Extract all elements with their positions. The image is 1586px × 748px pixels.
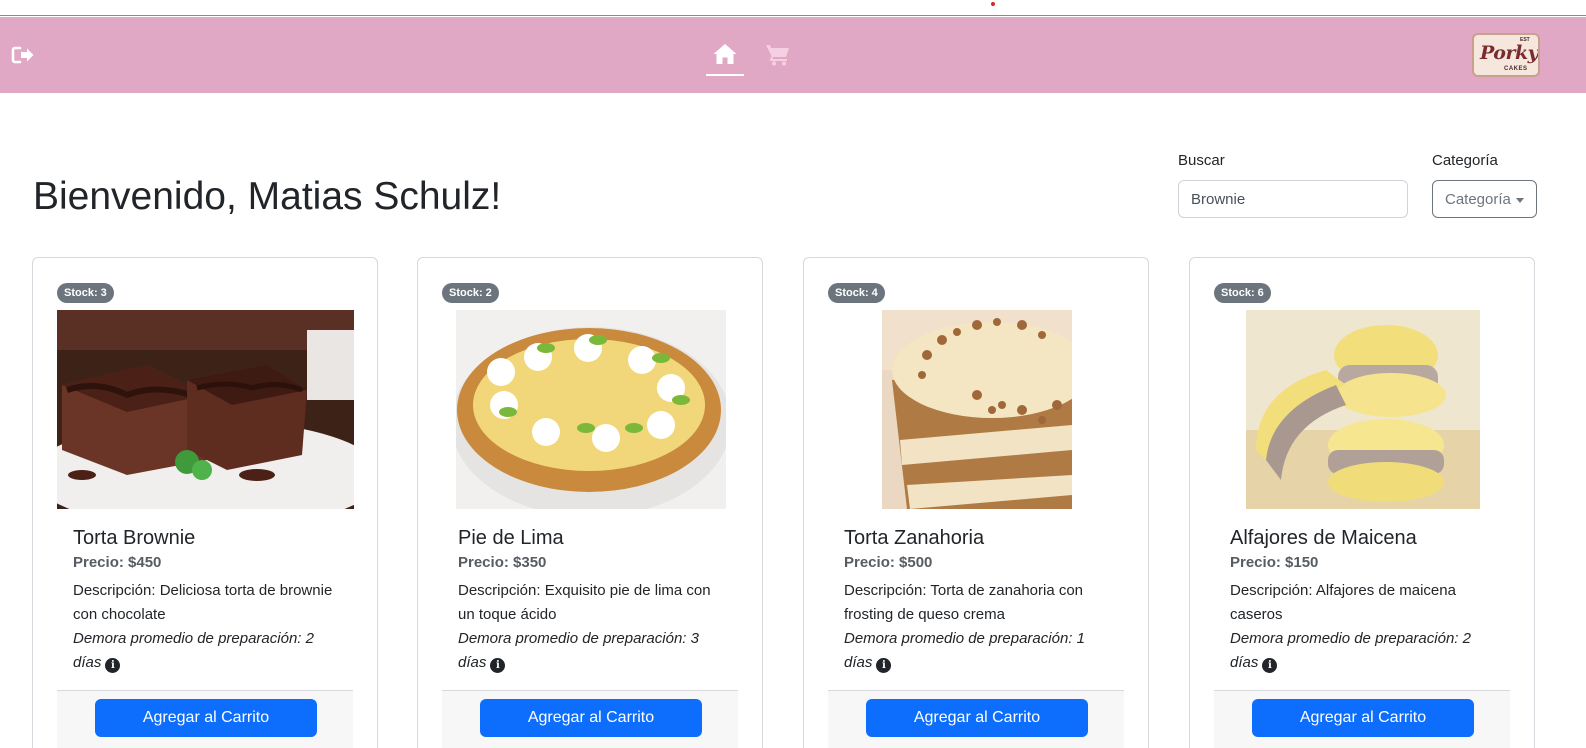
product-title: Pie de Lima — [458, 527, 564, 549]
product-title: Alfajores de Maicena — [1230, 527, 1417, 549]
card-footer: Agregar al Carrito — [1214, 690, 1510, 748]
product-description: Descripción: Torta de zanahoria con fros… — [844, 582, 1084, 623]
product-title: Torta Brownie — [73, 527, 196, 549]
category-dropdown-label: Categoría — [1445, 190, 1511, 208]
product-title: Torta Zanahoria — [844, 527, 985, 549]
product-card: Stock: 3 Torta Brownie Precio: $450 Desc… — [32, 257, 378, 748]
product-price: Precio: $350 — [458, 554, 547, 571]
product-description: Descripción: Exquisito pie de lima con u… — [458, 582, 711, 623]
add-to-cart-button[interactable]: Agregar al Carrito — [480, 699, 702, 737]
brand-logo[interactable]: EST Porky CAKES — [1472, 33, 1540, 77]
home-icon — [713, 44, 737, 64]
category-label: Categoría — [1432, 152, 1498, 169]
chevron-down-icon — [1516, 198, 1524, 203]
logo-main-text: Porky — [1480, 42, 1539, 64]
add-to-cart-button[interactable]: Agregar al Carrito — [866, 699, 1088, 737]
nav-home-link[interactable] — [706, 41, 744, 76]
info-icon[interactable]: i — [876, 658, 892, 673]
info-icon[interactable]: i — [1262, 658, 1278, 673]
add-to-cart-button[interactable]: Agregar al Carrito — [1252, 699, 1474, 737]
product-image — [456, 310, 726, 509]
product-delay: Demora promedio de preparación: 1 días i — [844, 627, 1114, 675]
product-delay: Demora promedio de preparación: 3 días i — [458, 627, 728, 675]
product-description: Descripción: Deliciosa torta de brownie … — [73, 582, 333, 623]
logout-button[interactable] — [11, 45, 35, 65]
indicator-dot — [991, 2, 995, 6]
logo-sub-text: CAKES — [1504, 66, 1528, 72]
info-icon[interactable]: i — [105, 658, 121, 673]
nav-cart-link[interactable] — [765, 43, 791, 67]
welcome-heading: Bienvenido, Matias Schulz! — [33, 175, 502, 218]
product-card: Stock: 2 Pie de Lima Precio: $350 Descri… — [417, 257, 763, 748]
card-footer: Agregar al Carrito — [442, 690, 738, 748]
product-price: Precio: $150 — [1230, 554, 1319, 571]
product-delay: Demora promedio de preparación: 2 días i — [1230, 627, 1500, 675]
stock-badge: Stock: 2 — [442, 283, 499, 303]
stock-badge: Stock: 3 — [57, 283, 114, 303]
navbar: EST Porky CAKES — [0, 17, 1586, 93]
card-footer: Agregar al Carrito — [57, 690, 353, 748]
logout-icon — [11, 46, 34, 64]
product-card: Stock: 6 Alfajores de Maicena Precio: $1… — [1189, 257, 1535, 748]
category-dropdown[interactable]: Categoría — [1432, 180, 1537, 218]
brownie-photo — [57, 310, 354, 509]
lime-pie-photo — [456, 310, 726, 509]
stock-badge: Stock: 6 — [1214, 283, 1271, 303]
carrot-cake-photo — [882, 310, 1072, 509]
product-image — [57, 310, 354, 509]
product-description: Descripción: Alfajores de maicena casero… — [1230, 582, 1456, 623]
product-price: Precio: $500 — [844, 554, 933, 571]
search-label: Buscar — [1178, 152, 1225, 169]
stock-badge: Stock: 4 — [828, 283, 885, 303]
product-image — [1246, 310, 1480, 509]
card-footer: Agregar al Carrito — [828, 690, 1124, 748]
product-price: Precio: $450 — [73, 554, 162, 571]
add-to-cart-button[interactable]: Agregar al Carrito — [95, 699, 317, 737]
cart-icon — [766, 45, 789, 66]
info-icon[interactable]: i — [490, 658, 506, 673]
search-input[interactable] — [1178, 180, 1408, 218]
alfajores-photo — [1246, 310, 1480, 509]
product-card: Stock: 4 Torta Zanahoria Precio: $500 De… — [803, 257, 1149, 748]
product-delay: Demora promedio de preparación: 2 días i — [73, 627, 343, 675]
browser-top-strip — [0, 0, 1586, 16]
product-image — [882, 310, 1072, 509]
